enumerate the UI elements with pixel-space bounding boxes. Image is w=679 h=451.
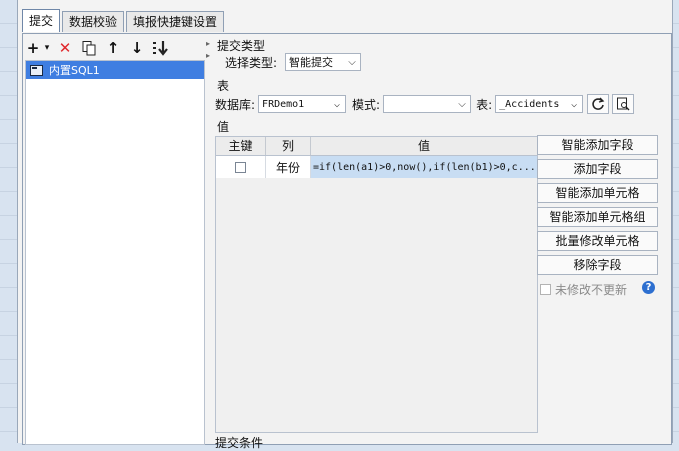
tab-submit[interactable]: 提交 [22,9,61,32]
remove-field-button[interactable]: 移除字段 [537,255,658,275]
schema-label: 模式: [352,97,381,112]
batch-modify-cells-button[interactable]: 批量修改单元格 [537,231,658,251]
help-icon[interactable]: ? [642,281,655,294]
left-toolbar: + ▾ ✕ ↑ ↓ [25,36,203,60]
schema-select[interactable]: ⌵ [383,95,472,113]
header-value: 值 [417,139,430,153]
add-field-button[interactable]: 添加字段 [537,159,658,179]
table-row: 数据库: FRDemo1 ⌵ 模式: ⌵ 表: _Accidents ⌵ [215,94,635,114]
not-modified-no-update-option[interactable]: 未修改不更新 [540,281,627,298]
submit-type-section-title: 提交类型 [217,39,266,53]
submit-type-value: 智能提交 [289,56,334,69]
smart-add-cell-button[interactable]: 智能添加单元格 [537,183,658,203]
database-select[interactable]: FRDemo1 ⌵ [258,95,347,113]
move-up-icon[interactable]: ↑ [101,37,125,59]
chevron-down-icon: ⌵ [348,56,356,68]
smart-add-cell-group-button[interactable]: 智能添加单元格组 [537,207,658,227]
chevron-down-icon: ⌵ [458,98,466,110]
tab-bar: 提交 数据校验 填报快捷键设置 [22,9,226,33]
table-row[interactable]: 年份 =if(len(a1)>0,now(),if(len(b1)>0,c... [216,156,537,178]
table-section-title: 表 [217,79,230,93]
values-section-title: 值 [217,120,230,134]
preview-icon [617,97,630,111]
preview-table-button[interactable] [612,94,635,114]
move-down-icon[interactable]: ↓ [125,37,149,59]
database-label: 数据库: [215,97,256,112]
tab-shortcut-settings[interactable]: 填报快捷键设置 [126,11,225,32]
copy-icon[interactable] [77,37,101,59]
tree-item-selected[interactable]: 内置SQL1 [26,61,204,79]
reorder-icon[interactable] [149,37,173,59]
delete-icon[interactable]: ✕ [53,37,77,59]
tab-data-validation[interactable]: 数据校验 [62,11,125,32]
chevron-down-icon: ⌵ [571,98,578,110]
tree-item-label: 内置SQL1 [49,64,100,77]
table-label: 表: [476,97,493,112]
database-value: FRDemo1 [262,98,305,110]
add-icon[interactable]: + [25,37,41,59]
submit-type-row: 选择类型: 智能提交 ⌵ [225,53,362,71]
primary-key-checkbox[interactable] [235,161,246,173]
chevron-down-icon: ⌵ [334,98,341,110]
sql-tree[interactable]: 内置SQL1 [25,60,205,445]
submit-type-label: 选择类型: [225,55,278,70]
submit-type-select[interactable]: 智能提交 ⌵ [285,53,362,71]
not-modified-checkbox[interactable] [540,284,551,295]
not-modified-label: 未修改不更新 [555,283,628,297]
refresh-icon [592,97,605,110]
refresh-button[interactable] [587,94,610,114]
header-column: 列 [266,137,311,155]
grid-header: 主键 列 值 [216,137,537,156]
right-panel: 提交类型 选择类型: 智能提交 ⌵ 表 数据库: FRDemo1 ⌵ 模式: ⌵… [211,36,666,450]
column-cell[interactable]: 年份 [266,156,311,178]
sql-table-icon [30,64,43,76]
header-primary-key: 主键 [216,137,266,155]
values-grid: 主键 列 值 年份 =if(len(a1)>0,now(),if(len(b1)… [215,136,538,433]
table-value: _Accidents [499,98,560,110]
smart-add-field-button[interactable]: 智能添加字段 [537,135,658,155]
primary-key-cell [216,156,266,178]
value-cell[interactable]: =if(len(a1)>0,now(),if(len(b1)>0,c... [311,156,537,178]
table-select[interactable]: _Accidents ⌵ [495,95,584,113]
add-dropdown-icon[interactable]: ▾ [41,37,53,59]
